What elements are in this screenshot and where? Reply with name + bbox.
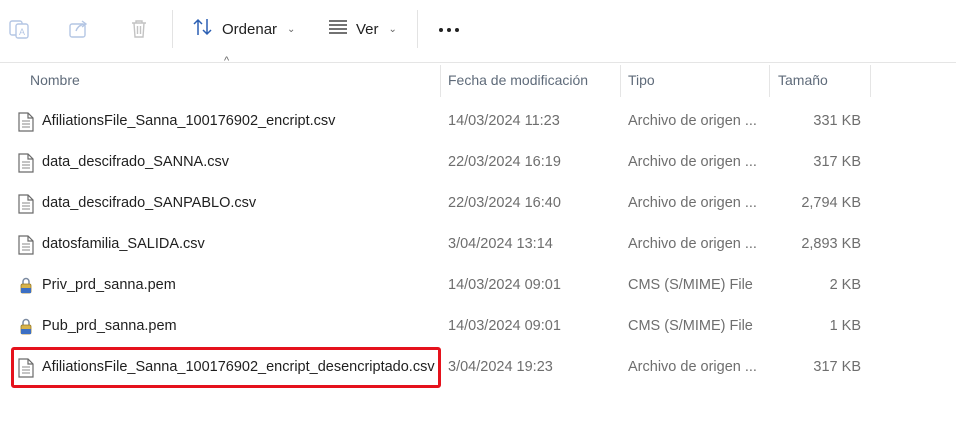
- column-header-row: ^ Nombre Fecha de modificación Tipo Tama…: [0, 55, 956, 97]
- file-size: 317 KB: [813, 359, 861, 375]
- view-list-icon: [328, 19, 348, 39]
- file-type: Archivo de origen ...: [628, 154, 757, 170]
- certificate-lock-icon: [17, 276, 35, 296]
- sort-ascending-icon: ^: [224, 55, 230, 67]
- file-row[interactable]: Priv_prd_sanna.pem 14/03/2024 09:01 CMS (S…: [0, 265, 956, 306]
- file-size: 317 KB: [813, 154, 861, 170]
- file-modified-date: 14/03/2024 09:01: [448, 277, 561, 293]
- document-icon: [17, 112, 35, 132]
- file-modified-date: 14/03/2024 09:01: [448, 318, 561, 334]
- file-type: Archivo de origen ...: [628, 113, 757, 129]
- translate-icon[interactable]: A: [6, 16, 32, 42]
- file-modified-date: 14/03/2024 11:23: [448, 113, 560, 129]
- file-name[interactable]: data_descifrado_SANPABLO.csv: [42, 183, 256, 224]
- command-bar: A Ordenar ⌄ Ver ⌄: [0, 0, 956, 60]
- file-size: 331 KB: [813, 113, 861, 129]
- column-divider[interactable]: [769, 65, 770, 97]
- file-name[interactable]: datosfamilia_SALIDA.csv: [42, 224, 205, 265]
- sort-icon: [192, 17, 214, 41]
- toolbar-separator: [172, 10, 173, 48]
- file-modified-date: 3/04/2024 19:23: [448, 359, 553, 375]
- file-name[interactable]: data_descifrado_SANNA.csv: [42, 142, 229, 183]
- column-divider[interactable]: [440, 65, 441, 97]
- chevron-down-icon: ⌄: [287, 23, 296, 35]
- document-icon: [17, 235, 35, 255]
- view-label: Ver: [356, 20, 379, 38]
- file-modified-date: 22/03/2024 16:19: [448, 154, 561, 170]
- share-icon[interactable]: [66, 16, 92, 42]
- delete-icon[interactable]: [126, 16, 152, 42]
- column-divider[interactable]: [620, 65, 621, 97]
- file-type: CMS (S/MIME) File: [628, 277, 753, 293]
- toolbar-separator: [417, 10, 418, 48]
- file-row[interactable]: Pub_prd_sanna.pem 14/03/2024 09:01 CMS (S/…: [0, 306, 956, 347]
- sort-label: Ordenar: [222, 20, 278, 38]
- file-row[interactable]: datosfamilia_SALIDA.csv 3/04/2024 13:14 Ar…: [0, 224, 956, 265]
- sort-button[interactable]: Ordenar ⌄: [192, 14, 295, 44]
- file-modified-date: 3/04/2024 13:14: [448, 236, 553, 252]
- view-button[interactable]: Ver ⌄: [328, 14, 397, 44]
- column-header-name[interactable]: Nombre: [30, 63, 80, 97]
- chevron-down-icon: ⌄: [388, 23, 397, 35]
- column-header-size[interactable]: Tamaño: [778, 63, 828, 97]
- file-size: 1 KB: [829, 318, 861, 334]
- more-options-icon[interactable]: [436, 18, 462, 42]
- document-icon: [17, 194, 35, 214]
- file-row[interactable]: AfiliationsFile_Sanna_100176902_encript.…: [0, 101, 956, 142]
- file-size: 2 KB: [829, 277, 861, 293]
- file-row[interactable]: data_descifrado_SANNA.csv 22/03/2024 16:1…: [0, 142, 956, 183]
- svg-text:A: A: [19, 27, 25, 37]
- file-modified-date: 22/03/2024 16:40: [448, 195, 561, 211]
- file-type: Archivo de origen ...: [628, 236, 757, 252]
- certificate-lock-icon: [17, 317, 35, 337]
- column-divider[interactable]: [870, 65, 871, 97]
- document-icon: [17, 153, 35, 173]
- file-row[interactable]: data_descifrado_SANPABLO.csv 22/03/2024 1…: [0, 183, 956, 224]
- column-header-type[interactable]: Tipo: [628, 63, 655, 97]
- file-type: Archivo de origen ...: [628, 359, 757, 375]
- file-name[interactable]: Priv_prd_sanna.pem: [42, 265, 176, 306]
- file-size: 2,893 KB: [801, 236, 861, 252]
- file-type: Archivo de origen ...: [628, 195, 757, 211]
- column-header-modified[interactable]: Fecha de modificación: [448, 63, 588, 97]
- file-name[interactable]: AfiliationsFile_Sanna_100176902_encript.…: [42, 101, 335, 142]
- highlight-box: [11, 347, 441, 388]
- file-name[interactable]: Pub_prd_sanna.pem: [42, 306, 177, 347]
- file-type: CMS (S/MIME) File: [628, 318, 753, 334]
- file-size: 2,794 KB: [801, 195, 861, 211]
